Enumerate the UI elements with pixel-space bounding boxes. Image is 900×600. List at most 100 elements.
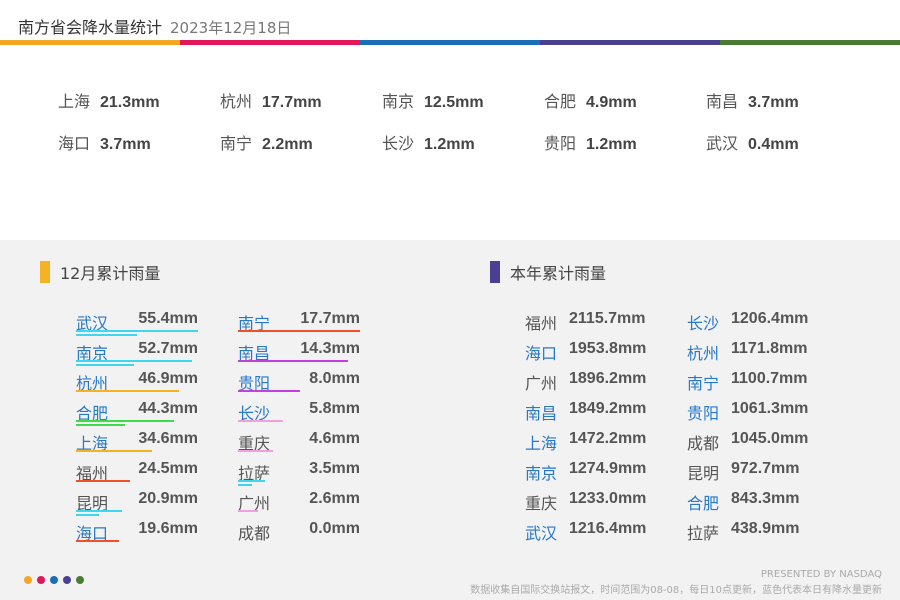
precipitation-value: 3.7mm bbox=[100, 136, 151, 153]
page-title: 南方省会降水量统计 2023年12月18日 bbox=[18, 18, 292, 37]
precipitation-value: 52.7mm bbox=[138, 340, 198, 357]
precipitation-value: 5.8mm bbox=[309, 400, 360, 417]
rainfall-bar bbox=[76, 450, 152, 452]
page-dot[interactable] bbox=[24, 576, 32, 584]
precipitation-value: 19.6mm bbox=[138, 520, 198, 537]
city-name: 南昌 bbox=[525, 404, 558, 423]
monthly-marker bbox=[40, 261, 50, 283]
rainfall-bar bbox=[238, 390, 300, 392]
rainfall-bar bbox=[76, 480, 130, 482]
monthly-title: 12月累计雨量 bbox=[60, 264, 161, 283]
monthly-row: 成都 0.0mm bbox=[238, 520, 360, 550]
today-city-item: 南昌 3.7mm bbox=[706, 88, 799, 112]
yearly-row: 南昌 1849.2mm bbox=[525, 400, 655, 430]
yearly-row: 昆明 972.7mm bbox=[687, 460, 817, 490]
precipitation-value: 3.5mm bbox=[309, 460, 360, 477]
precipitation-value: 34.6mm bbox=[138, 430, 198, 447]
yearly-row: 海口 1953.8mm bbox=[525, 340, 655, 370]
header: 南方省会降水量统计 2023年12月18日 bbox=[0, 0, 900, 45]
rainfall-bar bbox=[76, 420, 174, 422]
today-city-item: 长沙 1.2mm bbox=[382, 130, 475, 154]
precipitation-value: 1896.2mm bbox=[569, 370, 647, 387]
rainfall-bar bbox=[76, 330, 198, 332]
city-name: 南京 bbox=[525, 464, 558, 483]
precipitation-value: 20.9mm bbox=[138, 490, 198, 507]
cumulative-panel: 12月累计雨量 本年累计雨量 武汉 55.4mm 南京 52.7mm 杭州 46.9mm 合… bbox=[0, 240, 900, 600]
precipitation-value: 17.7mm bbox=[262, 94, 322, 111]
yearly-row: 上海 1472.2mm bbox=[525, 430, 655, 460]
precipitation-value: 24.5mm bbox=[138, 460, 198, 477]
city-name: 南昌 bbox=[706, 92, 739, 111]
page-dot[interactable] bbox=[50, 576, 58, 584]
yearly-row: 武汉 1216.4mm bbox=[525, 520, 655, 550]
monthly-row: 福州 24.5mm bbox=[76, 460, 198, 490]
rainfall-bar bbox=[76, 360, 192, 362]
monthly-row: 南京 52.7mm bbox=[76, 340, 198, 370]
city-name: 成都 bbox=[238, 524, 271, 543]
page-dot[interactable] bbox=[37, 576, 45, 584]
city-name: 贵阳 bbox=[687, 404, 720, 423]
city-name: 海口 bbox=[525, 344, 558, 363]
city-name: 重庆 bbox=[525, 494, 558, 513]
city-name: 上海 bbox=[525, 434, 558, 453]
precipitation-value: 46.9mm bbox=[138, 370, 198, 387]
yearly-row: 拉萨 438.9mm bbox=[687, 520, 817, 550]
monthly-row: 南昌 14.3mm bbox=[238, 340, 360, 370]
monthly-section-header: 12月累计雨量 bbox=[40, 260, 160, 284]
precipitation-value: 1045.0mm bbox=[731, 430, 809, 447]
precipitation-value: 4.9mm bbox=[586, 94, 637, 111]
rainfall-bar bbox=[76, 510, 122, 512]
monthly-row: 重庆 4.6mm bbox=[238, 430, 360, 460]
precipitation-value: 972.7mm bbox=[731, 460, 800, 477]
city-name: 贵阳 bbox=[544, 134, 577, 153]
precipitation-value: 0.4mm bbox=[748, 136, 799, 153]
yearly-marker bbox=[490, 261, 500, 283]
monthly-row: 上海 34.6mm bbox=[76, 430, 198, 460]
city-name: 福州 bbox=[525, 314, 558, 333]
city-name: 长沙 bbox=[687, 314, 720, 333]
precipitation-value: 2.6mm bbox=[309, 490, 360, 507]
yearly-row: 长沙 1206.4mm bbox=[687, 310, 817, 340]
city-name: 海口 bbox=[58, 134, 91, 153]
page-dot[interactable] bbox=[63, 576, 71, 584]
precipitation-value: 55.4mm bbox=[138, 310, 198, 327]
precipitation-value: 4.6mm bbox=[309, 430, 360, 447]
today-city-item: 南京 12.5mm bbox=[382, 88, 484, 112]
rainfall-bar bbox=[238, 480, 265, 482]
precipitation-value: 1100.7mm bbox=[731, 370, 808, 387]
today-city-item: 贵阳 1.2mm bbox=[544, 130, 637, 154]
precipitation-value: 1171.8mm bbox=[731, 340, 808, 357]
monthly-row: 广州 2.6mm bbox=[238, 490, 360, 520]
rainfall-bar bbox=[76, 424, 125, 426]
rainfall-bar bbox=[76, 540, 119, 542]
precipitation-value: 1061.3mm bbox=[731, 400, 809, 417]
precipitation-value: 1233.0mm bbox=[569, 490, 647, 507]
yearly-title: 本年累计雨量 bbox=[510, 264, 607, 283]
city-name: 武汉 bbox=[525, 524, 558, 543]
city-name: 成都 bbox=[687, 434, 720, 453]
precipitation-value: 44.3mm bbox=[138, 400, 198, 417]
rainfall-bar bbox=[76, 334, 137, 336]
city-name: 昆明 bbox=[687, 464, 720, 483]
monthly-row: 贵阳 8.0mm bbox=[238, 370, 360, 400]
monthly-row: 长沙 5.8mm bbox=[238, 400, 360, 430]
rainfall-bar bbox=[238, 420, 283, 422]
precipitation-value: 8.0mm bbox=[309, 370, 360, 387]
yearly-row: 成都 1045.0mm bbox=[687, 430, 817, 460]
city-name: 长沙 bbox=[382, 134, 415, 153]
precipitation-value: 21.3mm bbox=[100, 94, 160, 111]
precipitation-value: 0.0mm bbox=[309, 520, 360, 537]
city-name: 武汉 bbox=[706, 134, 739, 153]
monthly-row: 杭州 46.9mm bbox=[76, 370, 198, 400]
city-name: 上海 bbox=[58, 92, 91, 111]
precipitation-value: 2.2mm bbox=[262, 136, 313, 153]
rainfall-bar bbox=[76, 514, 99, 516]
rainfall-bar bbox=[238, 360, 348, 362]
page-dot[interactable] bbox=[76, 576, 84, 584]
city-name: 南宁 bbox=[220, 134, 253, 153]
precipitation-value: 17.7mm bbox=[300, 310, 360, 327]
monthly-row: 合肥 44.3mm bbox=[76, 400, 198, 430]
city-name: 合肥 bbox=[687, 494, 720, 513]
precipitation-value: 1472.2mm bbox=[569, 430, 647, 447]
monthly-row: 拉萨 3.5mm bbox=[238, 460, 360, 490]
